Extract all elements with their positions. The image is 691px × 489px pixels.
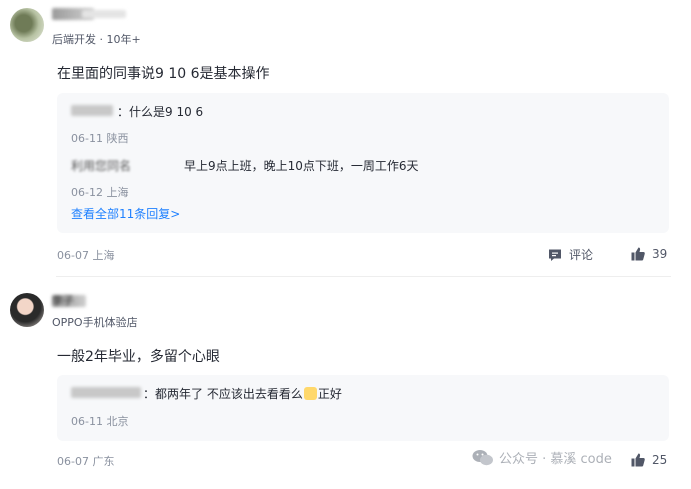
user-meta: OPPO手机体验店 — [52, 316, 138, 329]
comment-card: 后端开发 · 10年+ 在里面的同事说9 10 6是基本操作 ：什么是9 10 … — [0, 0, 691, 276]
like-count: 25 — [652, 453, 668, 467]
comment-label: 评论 — [569, 248, 594, 262]
reply-date: 06-11 陕西 — [71, 132, 129, 145]
reply-text: 早上9点上班，晚上10点下班，一周工作6天 — [184, 159, 419, 173]
username-redacted-tail — [82, 10, 126, 18]
like-button[interactable]: 39 — [630, 246, 667, 262]
user-meta: 后端开发 · 10年+ — [52, 33, 141, 46]
watermark: 公众号 · 慕溪 code — [472, 448, 612, 467]
reply-username-redacted[interactable] — [71, 387, 141, 398]
wechat-icon — [472, 449, 493, 465]
comment-button[interactable]: 评论 — [547, 246, 593, 263]
emoji-icon — [303, 387, 317, 400]
avatar[interactable] — [10, 293, 44, 327]
comment-icon — [549, 249, 561, 261]
username-redacted[interactable]: 李子 — [52, 295, 86, 307]
reply-username-redacted[interactable]: 利用您同名 — [71, 157, 167, 174]
thumbs-up-icon — [631, 247, 645, 261]
watermark-text: 公众号 · 慕溪 code — [499, 452, 612, 467]
comment-date: 06-07 广东 — [57, 455, 115, 468]
comment-content: 一般2年毕业，多留个心眼 — [57, 349, 220, 365]
comment-content: 在里面的同事说9 10 6是基本操作 — [57, 66, 270, 82]
reply-date: 06-12 上海 — [71, 186, 129, 199]
reply-text: ：都两年了 不应该出去看看么 正好 — [143, 387, 342, 401]
reply-text: ：什么是9 10 6 — [117, 105, 204, 119]
reply-username-redacted[interactable] — [71, 105, 113, 116]
avatar[interactable] — [10, 8, 44, 42]
like-count: 39 — [652, 247, 668, 261]
thumbs-up-icon — [631, 453, 645, 467]
like-button[interactable]: 25 — [630, 452, 667, 468]
reply-box: ：都两年了 不应该出去看看么 正好 06-11 北京 — [57, 375, 669, 441]
reply-box: ：什么是9 10 6 06-11 陕西 利用您同名 早上9点上班，晚上10点下班… — [57, 93, 669, 233]
reply-date: 06-11 北京 — [71, 415, 129, 428]
view-all-replies-link[interactable]: 查看全部11条回复> — [71, 205, 180, 222]
comment-date: 06-07 上海 — [57, 249, 115, 262]
